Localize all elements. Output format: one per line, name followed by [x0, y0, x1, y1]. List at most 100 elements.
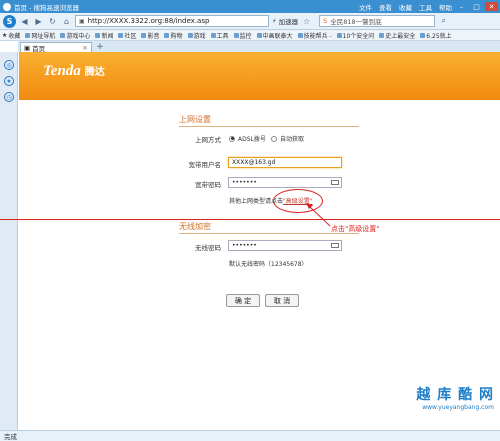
cancel-button[interactable]: 取 消	[265, 294, 299, 307]
bookmark-games[interactable]: 游戏	[187, 31, 206, 40]
watermark-title: 越 库 酷 网	[416, 387, 494, 403]
bookmark-shopping[interactable]: 购物	[164, 31, 183, 40]
new-tab-button[interactable]: +	[95, 42, 105, 52]
wireless-pass-value: •••••••	[232, 242, 257, 249]
broadband-user-input[interactable]: XXXX@163.gd	[228, 157, 342, 168]
sogou-logo-icon[interactable]: S	[3, 14, 16, 28]
bookmark-item-13[interactable]: 史上最安全	[379, 31, 415, 40]
wireless-pass-input[interactable]: •••••••	[228, 240, 342, 251]
refresh-icon[interactable]: ↻	[47, 16, 58, 27]
sidebar-star-icon[interactable]: ★	[4, 76, 14, 86]
bookmark-monitor[interactable]: 监控	[233, 31, 252, 40]
accelerator-label: 加速器	[278, 18, 299, 26]
annotation-highlight-ellipse	[273, 189, 323, 213]
window-title: 首页 - 搜狗高速浏览器	[14, 3, 79, 12]
wireless-section-title: 无线加密	[179, 222, 211, 231]
bookmark-icon	[420, 32, 426, 38]
bookmark-nav[interactable]: 网址导航	[25, 31, 55, 40]
broadband-pass-input[interactable]: •••••••	[228, 177, 342, 188]
menu-favorites[interactable]: 收藏	[399, 2, 412, 12]
page-icon: ▣	[79, 17, 85, 25]
bookmark-video[interactable]: 影音	[141, 31, 159, 40]
site-watermark: 越 库 酷 网 www.yueyangbang.com	[346, 384, 494, 418]
menu-help[interactable]: 帮助	[439, 2, 452, 12]
brand-english: Tenda	[43, 63, 81, 79]
broadband-pass-label: 宽带密码	[195, 181, 221, 189]
tab-strip: ▣ 首页 × +	[18, 41, 500, 53]
radio-adsl[interactable]: ADSL拨号	[229, 134, 266, 143]
internet-divider	[179, 126, 359, 127]
browser-logo-icon	[3, 2, 11, 11]
radio-auto[interactable]: 自动获取	[271, 134, 304, 143]
keyboard-icon[interactable]	[331, 243, 339, 248]
brand-chinese: 腾达	[84, 67, 105, 78]
address-url: http://XXXX.3322.org:88/index.asp	[87, 17, 210, 25]
back-arrow-icon[interactable]: ◀	[19, 16, 30, 27]
star-icon[interactable]: ☆	[301, 16, 312, 27]
page-icon: ▣	[24, 43, 31, 52]
bookmark-icon	[141, 32, 147, 38]
bookmark-news[interactable]: 新闻	[95, 31, 113, 40]
bookmark-icon	[187, 32, 193, 38]
search-engine-icon: S	[323, 17, 328, 25]
bookmark-icon	[256, 32, 262, 38]
browser-toolbar: S ◀ ▶ ↻ ⌂ ▣ http://XXXX.3322.org:88/inde…	[0, 13, 500, 30]
window-controls: – □ ✕	[455, 2, 498, 11]
bookmark-icon	[164, 32, 170, 38]
lightning-icon: ⚡	[272, 17, 277, 25]
menu-tools[interactable]: 工具	[419, 2, 432, 12]
menu-view[interactable]: 查看	[379, 2, 392, 12]
search-placeholder: 全民818一瞥到底	[330, 18, 382, 26]
bookmark-favorites[interactable]: ★ 收藏	[2, 31, 20, 40]
radio-dot-selected	[229, 135, 235, 142]
star-icon: ★	[2, 31, 8, 39]
bookmark-icon	[210, 32, 216, 38]
accelerator-button[interactable]: ⚡ 加速器	[272, 15, 298, 27]
bookmark-community[interactable]: 社区	[118, 31, 136, 40]
broadband-user-value: XXXX@163.gd	[232, 159, 276, 166]
bookmark-icon	[118, 32, 124, 38]
address-bar[interactable]: ▣ http://XXXX.3322.org:88/index.asp	[75, 15, 269, 27]
home-icon[interactable]: ⌂	[61, 16, 72, 27]
broadband-user-label: 宽带用户名	[188, 161, 222, 169]
bookmark-game-center[interactable]: 游戏中心	[60, 31, 90, 40]
forward-arrow-icon[interactable]: ▶	[33, 16, 44, 27]
internet-mode-label: 上网方式	[195, 136, 221, 144]
bookmark-icon	[233, 32, 239, 38]
bookmark-item-11[interactable]: 技能帮兵 -	[297, 31, 332, 40]
bookmark-icon	[379, 32, 385, 38]
keyboard-icon[interactable]	[331, 180, 339, 185]
bookmark-tools[interactable]: 工具	[210, 31, 229, 40]
close-tab-icon[interactable]: ×	[82, 44, 88, 52]
bookmark-icon	[25, 32, 31, 38]
annotation-text: 点击"高级设置"	[331, 225, 380, 233]
bookmark-icon	[60, 32, 66, 38]
bookmark-icon	[336, 32, 342, 38]
page-content: Tenda 腾达 上网设置 上网方式 ADSL拨号 自动获取 宽带用户名 XXX…	[19, 52, 500, 430]
minimize-button[interactable]: –	[455, 2, 468, 11]
status-bar: 完成	[0, 430, 500, 441]
bookmarks-bar: ★ 收藏 网址导航 游戏中心 新闻 社区 影音 购物 游戏 工具 监控 中画联泰大…	[0, 30, 500, 41]
maximize-button[interactable]: □	[470, 2, 483, 11]
bookmark-item-12[interactable]: 10个安全问	[336, 31, 374, 40]
default-wireless-note: 默认无线密码（12345678）	[229, 261, 308, 268]
bookmark-item-14[interactable]: 6.25就上	[420, 31, 452, 40]
internet-section-title: 上网设置	[179, 115, 211, 124]
annotation-line	[0, 219, 500, 220]
search-icon[interactable]: ⌕	[438, 16, 449, 27]
search-input[interactable]: S 全民818一瞥到底	[319, 15, 436, 27]
menu-file[interactable]: 文件	[359, 2, 372, 12]
sidebar-target-icon[interactable]: ◎	[4, 60, 14, 70]
radio-dot	[271, 135, 277, 142]
watermark-url: www.yueyangbang.com	[422, 404, 494, 411]
window-titlebar: 首页 - 搜狗高速浏览器 文件 查看 收藏 工具 帮助 – □ ✕	[0, 0, 500, 13]
confirm-button[interactable]: 确 定	[226, 294, 260, 307]
bookmark-icon	[297, 32, 303, 38]
close-window-button[interactable]: ✕	[485, 2, 498, 11]
sidebar-clock-icon[interactable]: ◷	[4, 92, 14, 102]
tenda-banner: Tenda 腾达	[19, 52, 500, 100]
tab-home[interactable]: ▣ 首页 ×	[20, 42, 92, 53]
menu-bar: 文件 查看 收藏 工具 帮助	[359, 0, 452, 13]
bookmark-item-10[interactable]: 中画联泰大	[256, 31, 293, 40]
tenda-logo: Tenda 腾达	[43, 63, 105, 80]
